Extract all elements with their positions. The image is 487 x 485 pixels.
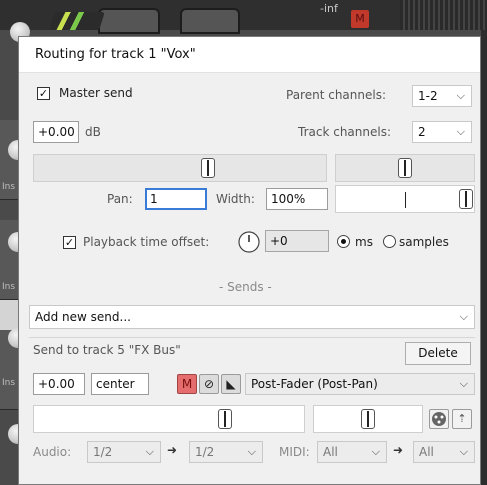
- send-volume-handle[interactable]: [218, 409, 232, 429]
- envelope-icon[interactable]: [429, 409, 449, 429]
- track-color-bar: [49, 12, 105, 30]
- chevron-down-icon: ⌵: [371, 445, 380, 458]
- arrow-right-icon: ➜: [167, 443, 178, 457]
- clock-icon[interactable]: [237, 230, 261, 254]
- samples-label: samples: [399, 235, 449, 249]
- ms-label: ms: [355, 235, 373, 249]
- parent-channels-select[interactable]: 1-2 ⌵: [412, 85, 472, 107]
- pan-input[interactable]: 1: [145, 188, 207, 210]
- delete-send-button[interactable]: Delete: [405, 342, 471, 365]
- insert-label: Ins: [2, 182, 16, 192]
- route-icon[interactable]: ⇡: [452, 409, 472, 429]
- track-channels-value: 2: [418, 125, 426, 139]
- scrollbar-track: [481, 30, 487, 485]
- midi-label: MIDI:: [279, 445, 310, 459]
- send-mode-select[interactable]: Post-Fader (Post-Pan) ⌵: [245, 373, 475, 395]
- audio-source-value: 1/2: [93, 445, 113, 459]
- track-mute-button[interactable]: M: [351, 10, 369, 28]
- arrow-right-icon: ➜: [393, 443, 404, 457]
- phase-invert-icon[interactable]: ⊘: [199, 374, 219, 394]
- send-volume-value: +0.00: [38, 377, 75, 391]
- parent-channels-value: 1-2: [418, 89, 438, 103]
- track-channels-select[interactable]: 2 ⌵: [412, 121, 472, 143]
- pan-fader[interactable]: [335, 154, 475, 182]
- add-send-value: Add new send...: [35, 310, 131, 324]
- send-volume-input[interactable]: +0.00: [33, 373, 85, 395]
- chevron-down-icon: ⌵: [247, 445, 256, 458]
- playback-offset-value: +0: [270, 234, 288, 248]
- send-pan-value: center: [96, 377, 135, 391]
- playback-offset-label: Playback time offset:: [83, 235, 210, 249]
- chevron-down-icon: ⌵: [459, 377, 468, 390]
- audio-label: Audio:: [33, 445, 72, 459]
- width-input[interactable]: 100%: [266, 188, 328, 210]
- volume-fader-handle[interactable]: [201, 158, 215, 178]
- add-send-select[interactable]: Add new send... ⌵: [29, 305, 475, 329]
- volume-value: +0.00: [38, 125, 75, 139]
- send-pan-fader[interactable]: [313, 405, 423, 433]
- send-pan-handle[interactable]: [361, 409, 375, 429]
- pan-value: 1: [150, 192, 158, 206]
- delete-send-label: Delete: [418, 346, 458, 360]
- track-channels-label: Track channels:: [298, 125, 391, 139]
- sends-header: - Sends -: [219, 280, 272, 294]
- playback-offset-checkbox[interactable]: ✓: [63, 236, 76, 249]
- width-fader[interactable]: [335, 185, 475, 213]
- volume-fader[interactable]: [33, 154, 327, 182]
- track-tab: [180, 8, 240, 34]
- pan-label: Pan:: [107, 192, 133, 206]
- master-send-label: Master send: [59, 86, 133, 100]
- send-title: Send to track 5 "FX Bus": [33, 343, 181, 357]
- send-mute-button[interactable]: M: [177, 374, 197, 394]
- volume-unit: dB: [85, 125, 101, 139]
- parent-channels-label: Parent channels:: [286, 88, 387, 102]
- midi-source-select[interactable]: All ⌵: [317, 441, 387, 463]
- routing-dialog: Routing for track 1 "Vox" ✓ Master send …: [18, 36, 481, 485]
- send-pan-input[interactable]: center: [91, 373, 149, 395]
- send-volume-fader[interactable]: [33, 405, 305, 433]
- ms-radio[interactable]: [337, 235, 350, 248]
- midi-dest-value: All: [419, 445, 434, 459]
- width-label: Width:: [216, 192, 255, 206]
- track-tab: [98, 8, 160, 34]
- chevron-down-icon: ⌵: [145, 445, 154, 458]
- width-center-line: [405, 192, 406, 208]
- master-send-checkbox[interactable]: ✓: [37, 87, 50, 100]
- insert-label: Ins: [2, 378, 16, 388]
- volume-input[interactable]: +0.00: [33, 121, 79, 143]
- chevron-down-icon: ⌵: [459, 310, 468, 323]
- samples-radio[interactable]: [383, 235, 396, 248]
- midi-dest-select[interactable]: All ⌵: [413, 441, 475, 463]
- send-separator: [29, 337, 475, 338]
- pan-fader-handle[interactable]: [398, 158, 412, 178]
- width-value: 100%: [271, 192, 306, 206]
- dialog-titlebar[interactable]: Routing for track 1 "Vox": [19, 37, 480, 73]
- chevron-down-icon: ⌵: [456, 89, 465, 102]
- dialog-title: Routing for track 1 "Vox": [35, 47, 196, 62]
- send-mute-label: M: [181, 377, 193, 391]
- playback-offset-input[interactable]: +0: [265, 230, 329, 252]
- send-mode-value: Post-Fader (Post-Pan): [251, 377, 378, 391]
- chevron-down-icon: ⌵: [456, 125, 465, 138]
- width-fader-handle[interactable]: [459, 189, 473, 209]
- midi-source-value: All: [323, 445, 338, 459]
- chevron-down-icon: ⌵: [459, 445, 468, 458]
- meter-readout: -inf: [320, 2, 338, 15]
- audio-source-select[interactable]: 1/2 ⌵: [87, 441, 161, 463]
- audio-dest-value: 1/2: [195, 445, 215, 459]
- insert-label: Ins: [2, 282, 16, 292]
- mono-stereo-icon[interactable]: ◣: [221, 374, 241, 394]
- meter-bars: [400, 0, 487, 30]
- audio-dest-select[interactable]: 1/2 ⌵: [189, 441, 263, 463]
